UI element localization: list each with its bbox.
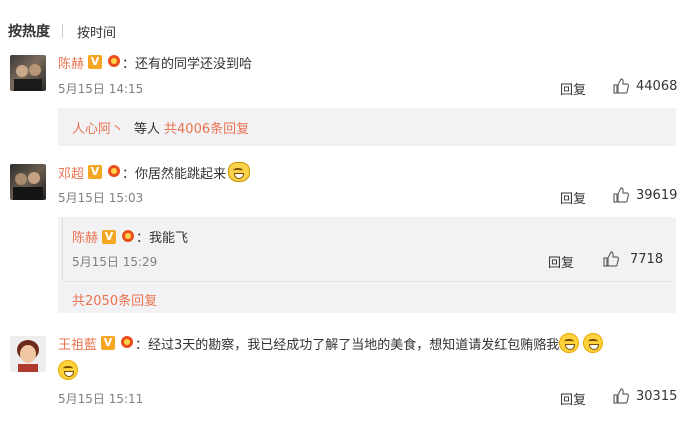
reply-preview[interactable]: 人心阿丶 等人 共4006条回复 bbox=[58, 108, 676, 146]
thumbs-up-icon bbox=[603, 251, 620, 267]
avatar[interactable] bbox=[10, 336, 46, 372]
comment-line-wrap bbox=[58, 360, 78, 380]
avatar-image bbox=[13, 172, 43, 200]
avatar[interactable] bbox=[10, 164, 46, 200]
thumbs-up-icon bbox=[613, 78, 630, 94]
like-button[interactable]: 44068 bbox=[612, 77, 677, 95]
like-button[interactable]: 39619 bbox=[612, 186, 677, 204]
like-count: 39619 bbox=[636, 187, 678, 203]
sort-by-hot[interactable]: 按热度 bbox=[8, 21, 50, 41]
more-replies-link[interactable]: 共2050条回复 bbox=[72, 290, 157, 309]
sub-reply-divider bbox=[62, 217, 63, 279]
username[interactable]: 陈赫 bbox=[72, 227, 98, 246]
reply-button[interactable]: 回复 bbox=[548, 252, 574, 271]
reply-count-link[interactable]: 共4006条回复 bbox=[164, 118, 249, 137]
sub-reply-box: 陈赫 V ：我能飞 5月15日 15:29 回复 7718 共2050条回复 bbox=[58, 217, 676, 313]
grin-emoji-icon bbox=[58, 360, 78, 380]
like-count: 44068 bbox=[636, 78, 678, 94]
grin-emoji-icon bbox=[583, 333, 604, 353]
doge-emoji-icon bbox=[228, 162, 251, 182]
comment-time: 5月15日 14:15 bbox=[58, 82, 144, 96]
comment-time: 5月15日 15:03 bbox=[58, 191, 144, 205]
avatar-image bbox=[14, 64, 42, 91]
like-count: 7718 bbox=[630, 251, 664, 267]
comment-text: ：你居然能跳起来 bbox=[122, 166, 227, 182]
comment-time: 5月15日 15:11 bbox=[58, 392, 144, 406]
like-button[interactable]: 30315 bbox=[612, 387, 677, 405]
divider bbox=[62, 281, 672, 282]
divider bbox=[62, 24, 63, 38]
comment-line: 邓超 V ：你居然能跳起来 bbox=[58, 160, 251, 184]
avatar[interactable] bbox=[10, 55, 46, 91]
reply-users[interactable]: 人心阿丶 bbox=[72, 118, 124, 137]
thumbs-up-icon bbox=[613, 187, 630, 203]
verified-icon: V bbox=[102, 229, 117, 244]
sub-reply-text: ：我能飞 bbox=[136, 231, 189, 246]
verified-icon: V bbox=[88, 165, 103, 179]
like-button[interactable]: 7718 bbox=[602, 250, 663, 268]
thumbs-up-icon bbox=[613, 388, 630, 404]
medal-icon bbox=[119, 336, 135, 350]
medal-icon bbox=[106, 55, 122, 69]
sort-by-time[interactable]: 按时间 bbox=[77, 22, 116, 41]
like-count: 30315 bbox=[636, 388, 678, 404]
comment-line: 王祖藍 V ：经过3天的勘察，我已经成功了解了当地的美食，想知道请发红包贿赂我 bbox=[58, 333, 604, 353]
reply-etc: 等人 bbox=[134, 122, 161, 137]
reply-button[interactable]: 回复 bbox=[560, 188, 586, 207]
medal-icon bbox=[120, 229, 136, 244]
sub-reply-time: 5月15日 15:29 bbox=[72, 255, 158, 269]
comment-line: 陈赫 V ：还有的同学还没到哈 bbox=[58, 52, 252, 72]
avatar-image bbox=[10, 336, 46, 372]
comment-text: ：经过3天的勘察，我已经成功了解了当地的美食，想知道请发红包贿赂我 bbox=[135, 337, 560, 353]
username[interactable]: 王祖藍 bbox=[58, 334, 97, 353]
comment-text: ：还有的同学还没到哈 bbox=[122, 56, 253, 72]
username[interactable]: 陈赫 bbox=[58, 53, 84, 72]
username[interactable]: 邓超 bbox=[58, 163, 84, 182]
reply-button[interactable]: 回复 bbox=[560, 389, 586, 408]
grin-emoji-icon bbox=[559, 333, 580, 353]
verified-icon: V bbox=[101, 336, 116, 350]
medal-icon bbox=[106, 165, 122, 179]
reply-button[interactable]: 回复 bbox=[560, 79, 586, 98]
sort-bar: 按热度 按时间 bbox=[8, 20, 116, 42]
verified-icon: V bbox=[88, 55, 103, 69]
